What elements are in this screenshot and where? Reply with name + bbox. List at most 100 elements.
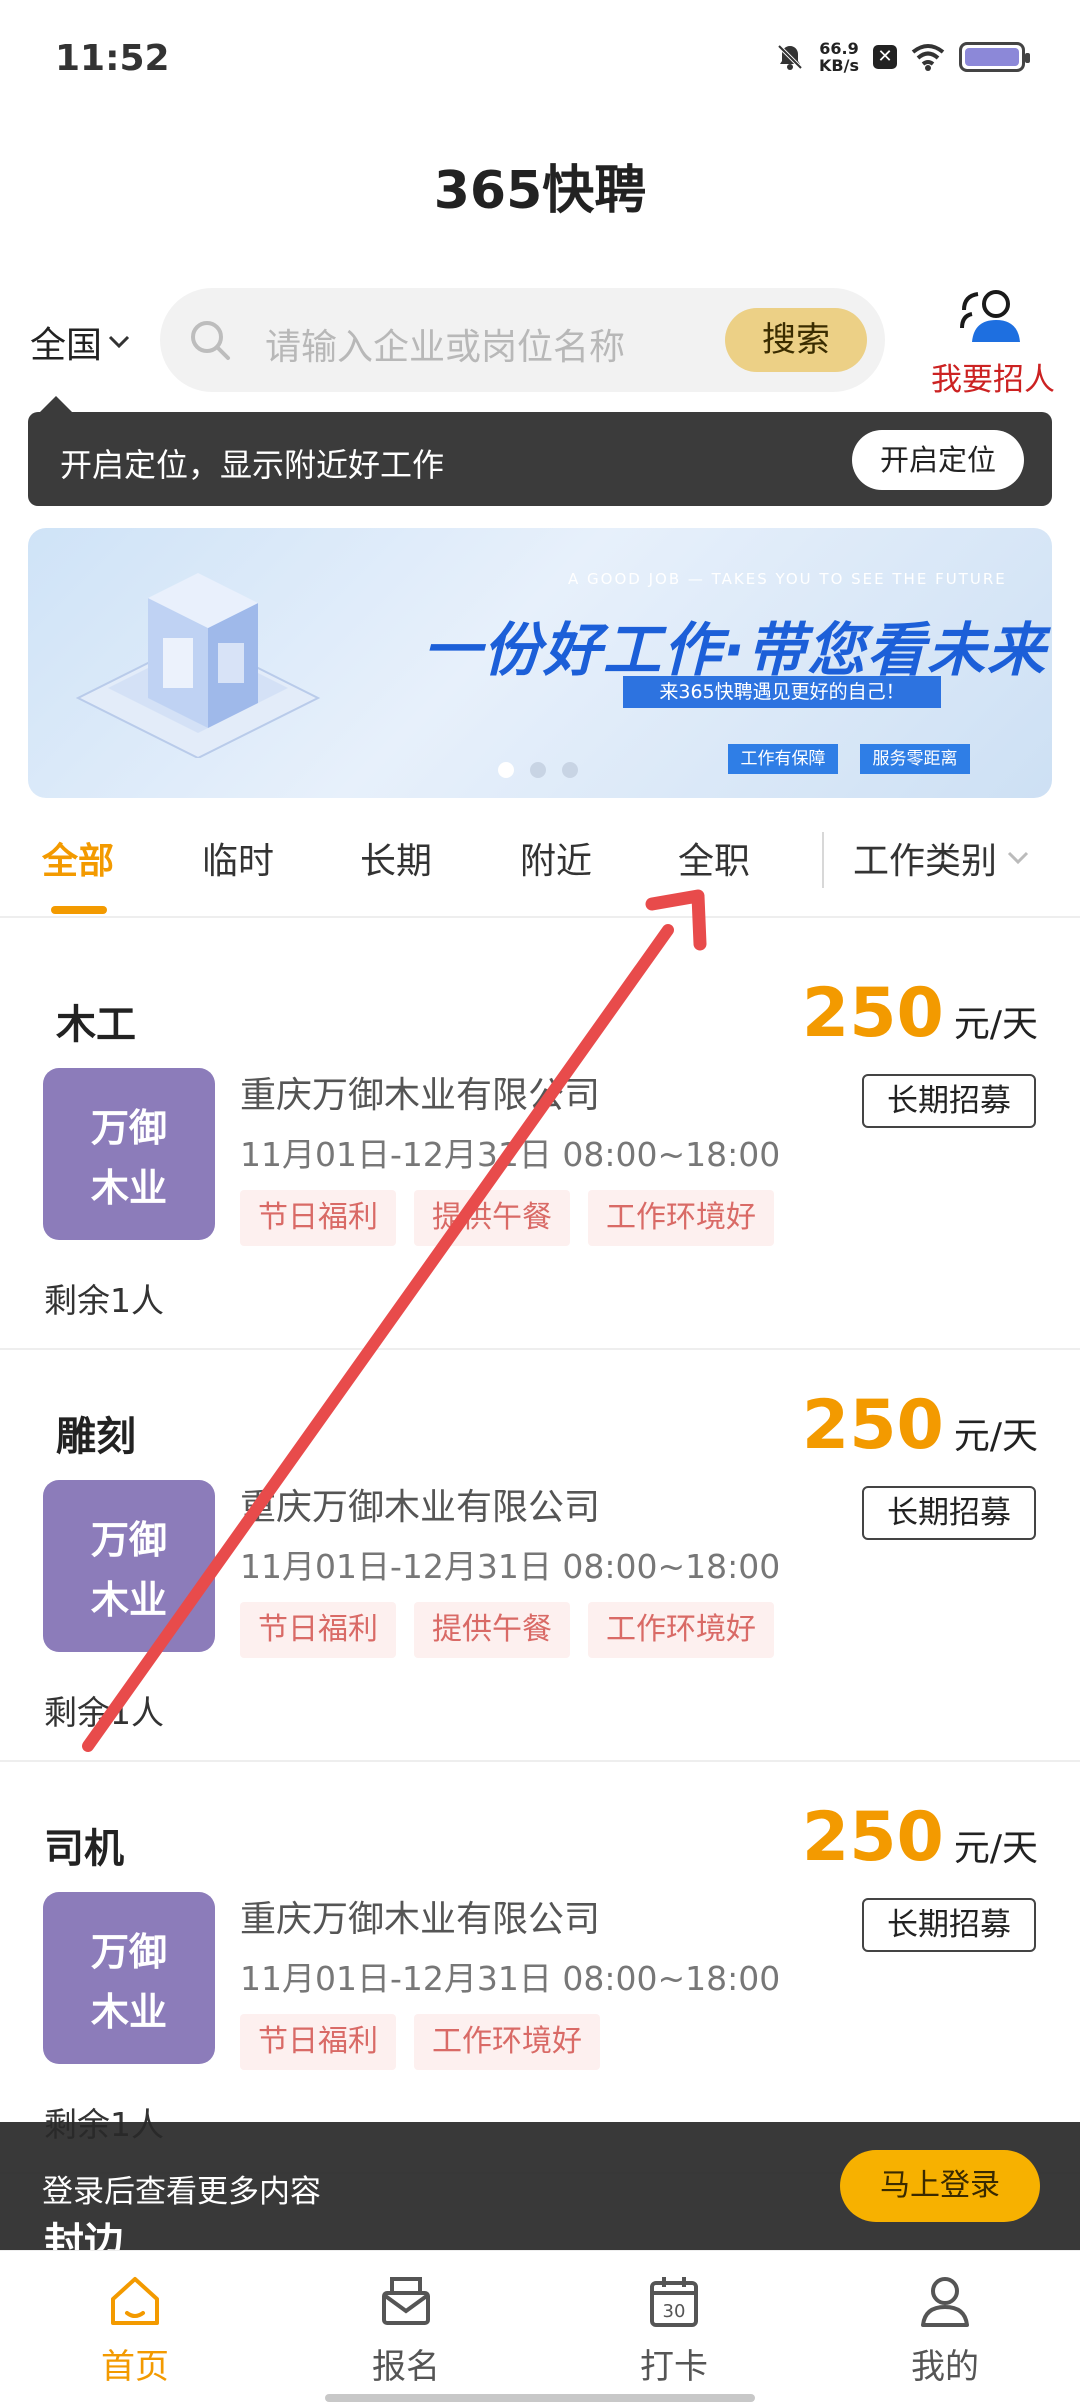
banner-dot[interactable] bbox=[498, 762, 514, 778]
home-icon bbox=[111, 2277, 159, 2325]
recruit-label: 我要招人 bbox=[931, 362, 1055, 398]
nav-label: 我的 bbox=[911, 2347, 979, 2387]
company-logo: 万御 木业 bbox=[43, 1480, 215, 1652]
active-tab-indicator bbox=[51, 906, 107, 914]
salary-amount: 250 bbox=[801, 1386, 944, 1465]
status-time: 11:52 bbox=[55, 38, 170, 79]
search-row: 全国 请输入企业或岗位名称 搜索 我要招人 bbox=[0, 288, 1080, 398]
chevron-down-icon bbox=[1007, 851, 1029, 865]
job-card[interactable]: 司机 250 元/天 万御 木业 重庆万御木业有限公司 11月01日-12月31… bbox=[0, 1762, 1080, 2174]
tab-full-time[interactable]: 全职 bbox=[678, 832, 750, 884]
banner-tag-service: 服务零距离 bbox=[860, 744, 970, 774]
nav-label: 首页 bbox=[101, 2347, 169, 2387]
benefit-tag: 节日福利 bbox=[240, 1190, 396, 1246]
filter-tabs: 全部 临时 长期 附近 全职 工作类别 bbox=[0, 820, 1080, 918]
company-logo: 万御 木业 bbox=[43, 1068, 215, 1240]
benefit-tags: 节日福利 提供午餐 工作环境好 bbox=[240, 1602, 774, 1658]
region-selector[interactable]: 全国 bbox=[30, 316, 130, 368]
banner-dot[interactable] bbox=[562, 762, 578, 778]
user-icon bbox=[921, 2277, 969, 2327]
job-category-filter[interactable]: 工作类别 bbox=[853, 832, 1029, 884]
salary-unit: 元/天 bbox=[953, 1828, 1038, 1869]
logo-line: 木业 bbox=[90, 1990, 167, 2034]
job-card[interactable]: 木工 250 元/天 万御 木业 重庆万御木业有限公司 11月01日-12月31… bbox=[0, 938, 1080, 1350]
location-tip-text: 开启定位，显示附近好工作 bbox=[60, 446, 445, 484]
calendar-day: 30 bbox=[663, 2301, 686, 2322]
search-box[interactable]: 请输入企业或岗位名称 搜索 bbox=[160, 288, 885, 392]
logo-line: 木业 bbox=[90, 1578, 167, 1622]
banner-strip: 来365快聘遇见更好的自己！ bbox=[623, 676, 941, 708]
work-period: 11月01日-12月31日 08:00~18:00 bbox=[240, 1135, 781, 1174]
nav-checkin[interactable]: 30 打卡 bbox=[604, 2271, 744, 2388]
tab-divider bbox=[822, 832, 824, 888]
network-speed: 66.9 KB/s bbox=[819, 40, 859, 74]
nav-label: 打卡 bbox=[640, 2347, 708, 2387]
job-title: 司机 bbox=[44, 1826, 124, 1872]
banner-pagination bbox=[498, 762, 578, 778]
benefit-tag: 工作环境好 bbox=[588, 1190, 774, 1246]
search-input[interactable]: 请输入企业或岗位名称 bbox=[265, 318, 625, 370]
recruit-type-badge: 长期招募 bbox=[862, 1074, 1036, 1128]
tab-long-term[interactable]: 长期 bbox=[360, 832, 432, 884]
recruit-type-badge: 长期招募 bbox=[862, 1898, 1036, 1952]
enable-location-button[interactable]: 开启定位 bbox=[852, 430, 1024, 490]
benefit-tag: 提供午餐 bbox=[414, 1190, 570, 1246]
login-prompt-text: 登录后查看更多内容 bbox=[42, 2174, 321, 2210]
mute-bell-icon bbox=[777, 44, 803, 70]
battery-icon bbox=[959, 42, 1030, 72]
benefit-tag: 节日福利 bbox=[240, 1602, 396, 1658]
job-category-label: 工作类别 bbox=[853, 841, 998, 882]
salary: 250 元/天 bbox=[802, 1798, 1038, 1877]
promo-banner[interactable]: A GOOD JOB — TAKES YOU TO SEE THE FUTURE… bbox=[28, 528, 1052, 798]
benefit-tags: 节日福利 提供午餐 工作环境好 bbox=[240, 1190, 774, 1246]
recruit-button[interactable]: 我要招人 bbox=[928, 288, 1058, 399]
salary-amount: 250 bbox=[801, 974, 944, 1053]
nav-label: 报名 bbox=[372, 2347, 440, 2387]
search-button[interactable]: 搜索 bbox=[725, 308, 867, 372]
tab-temporary[interactable]: 临时 bbox=[202, 832, 274, 884]
status-bar: 11:52 66.9 KB/s ✕ bbox=[0, 0, 1080, 120]
recruit-type-badge: 长期招募 bbox=[862, 1486, 1036, 1540]
logo-line: 万御 bbox=[90, 1930, 167, 1974]
benefit-tag: 工作环境好 bbox=[414, 2014, 600, 2070]
nav-home[interactable]: 首页 bbox=[65, 2271, 205, 2388]
nav-apply[interactable]: 报名 bbox=[336, 2271, 476, 2388]
tab-nearby[interactable]: 附近 bbox=[520, 832, 592, 884]
speed-value: 66.9 bbox=[819, 39, 859, 58]
mail-icon bbox=[382, 2277, 430, 2325]
bottom-nav: 首页 报名 30 打卡 我的 bbox=[0, 2250, 1080, 2408]
salary: 250 元/天 bbox=[802, 1386, 1038, 1465]
search-icon bbox=[191, 321, 230, 360]
job-card[interactable]: 雕刻 250 元/天 万御 木业 重庆万御木业有限公司 11月01日-12月31… bbox=[0, 1350, 1080, 1762]
salary-amount: 250 bbox=[801, 1798, 944, 1877]
logo-line: 万御 bbox=[90, 1106, 167, 1150]
remaining-slots: 剩余1人 bbox=[44, 1281, 164, 1320]
company-name: 重庆万御木业有限公司 bbox=[240, 1899, 601, 1940]
salary-unit: 元/天 bbox=[953, 1004, 1038, 1045]
nav-profile[interactable]: 我的 bbox=[875, 2271, 1015, 2388]
banner-subtitle: A GOOD JOB — TAKES YOU TO SEE THE FUTURE bbox=[568, 570, 1007, 588]
login-prompt-bar: 登录后查看更多内容 马上登录 bbox=[0, 2122, 1080, 2250]
benefit-tag: 节日福利 bbox=[240, 2014, 396, 2070]
tab-all[interactable]: 全部 bbox=[42, 832, 114, 884]
salary-unit: 元/天 bbox=[953, 1416, 1038, 1457]
status-icons: 66.9 KB/s ✕ bbox=[775, 40, 1030, 74]
job-title: 木工 bbox=[56, 1002, 136, 1048]
banner-dot[interactable] bbox=[530, 762, 546, 778]
home-indicator bbox=[325, 2394, 755, 2402]
location-tip: 开启定位，显示附近好工作 开启定位 bbox=[28, 412, 1052, 506]
building-illustration bbox=[75, 573, 321, 758]
logo-line: 木业 bbox=[90, 1166, 167, 1210]
calendar-icon: 30 bbox=[650, 2277, 698, 2327]
benefit-tags: 节日福利 工作环境好 bbox=[240, 2014, 600, 2070]
salary: 250 元/天 bbox=[802, 974, 1038, 1053]
benefit-tag: 工作环境好 bbox=[588, 1602, 774, 1658]
close-box-icon: ✕ bbox=[873, 45, 897, 69]
company-name: 重庆万御木业有限公司 bbox=[240, 1075, 601, 1116]
banner-tag-guarantee: 工作有保障 bbox=[728, 744, 838, 774]
region-label: 全国 bbox=[30, 325, 103, 366]
login-button[interactable]: 马上登录 bbox=[840, 2150, 1040, 2222]
chevron-down-icon bbox=[108, 335, 130, 349]
speed-unit: KB/s bbox=[819, 56, 859, 75]
company-logo: 万御 木业 bbox=[43, 1892, 215, 2064]
